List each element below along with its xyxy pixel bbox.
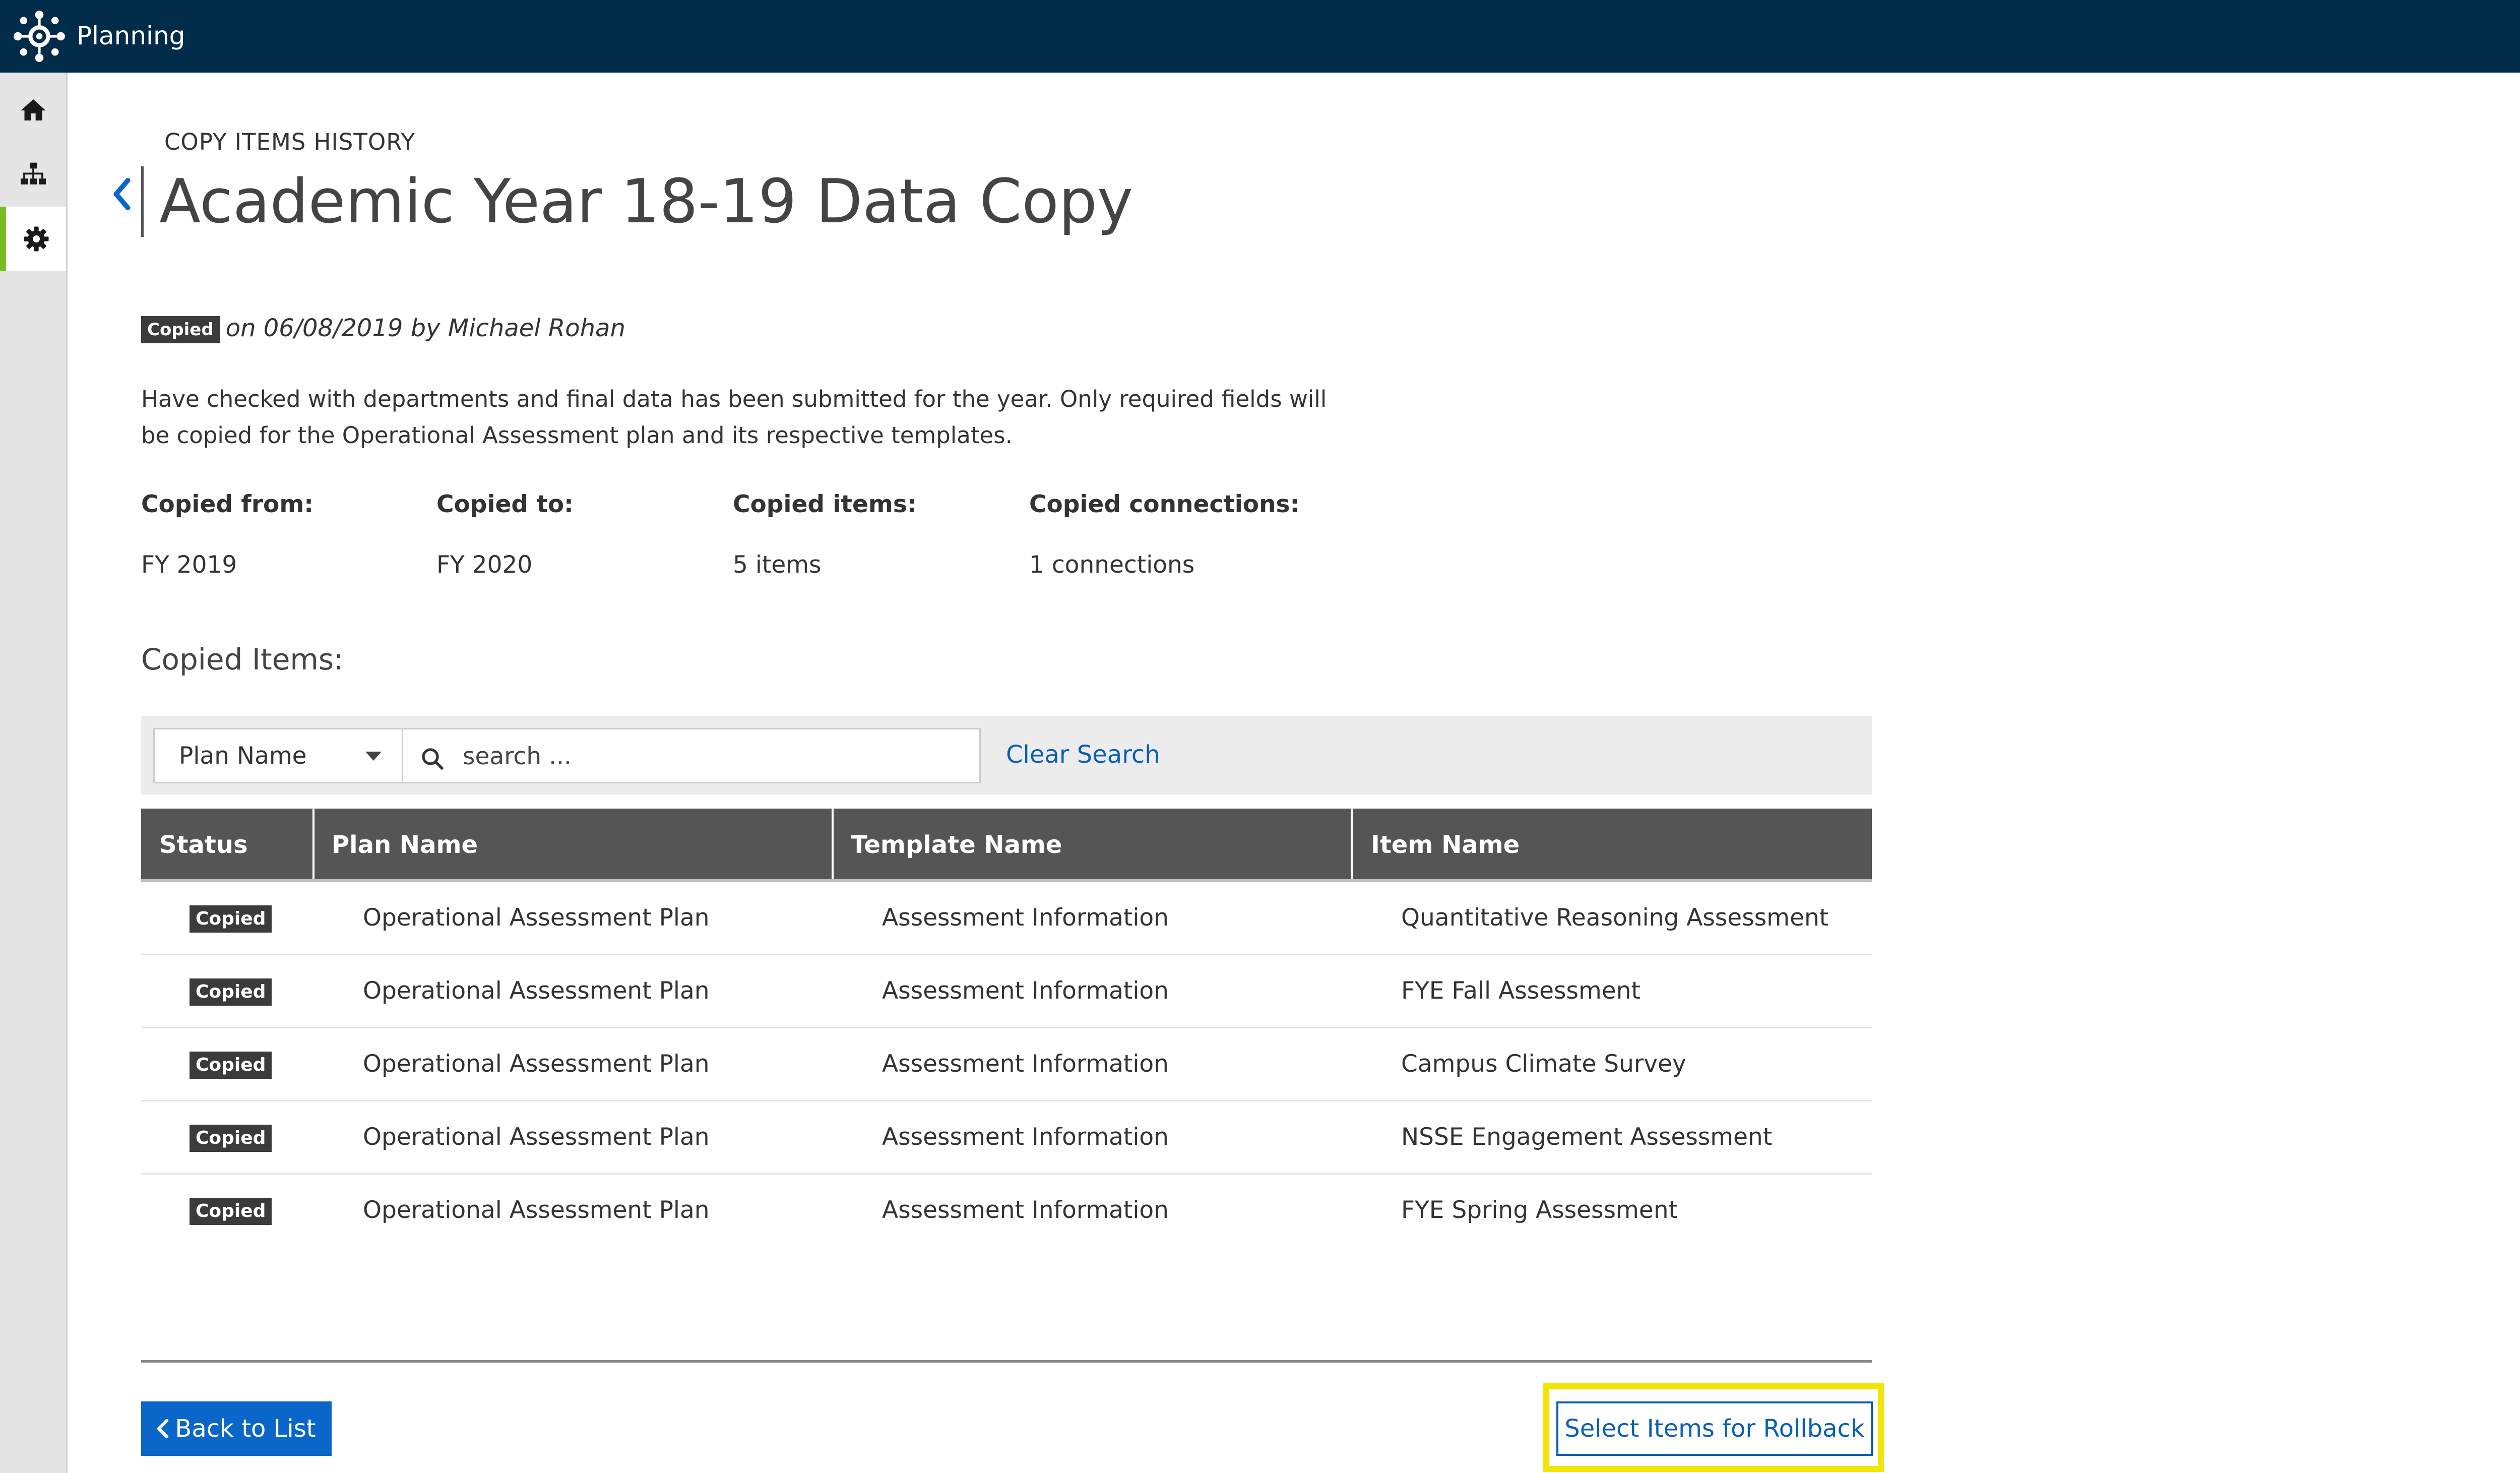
template-name-cell: Assessment Information	[882, 977, 1169, 1005]
item-name-cell: FYE Fall Assessment	[1401, 977, 1641, 1005]
search-icon	[422, 748, 444, 770]
page-title: Academic Year 18-19 Data Copy	[159, 167, 1133, 237]
item-name-cell: Campus Climate Survey	[1401, 1050, 1686, 1078]
plan-name-cell: Operational Assessment Plan	[363, 977, 710, 1005]
copied-items-heading: Copied Items:	[141, 642, 344, 677]
column-header-plan-name[interactable]: Plan Name	[332, 809, 478, 881]
plan-name-cell: Operational Assessment Plan	[363, 1050, 710, 1078]
copied-connections-label: Copied connections:	[1029, 490, 1300, 518]
copied-connections-value: 1 connections	[1029, 551, 1195, 579]
column-separator	[832, 809, 834, 881]
column-header-status[interactable]: Status	[159, 809, 248, 881]
status-badge: Copied	[190, 1198, 272, 1225]
item-name-cell: Quantitative Reasoning Assessment	[1401, 904, 1829, 932]
caret-down-icon	[365, 752, 382, 761]
copied-items-value: 5 items	[733, 551, 822, 579]
clear-search-link[interactable]: Clear Search	[1006, 738, 1160, 771]
filter-bar: Plan Name Clear Search	[141, 716, 1872, 794]
app-title: Planning	[77, 21, 185, 50]
search-box	[403, 728, 981, 783]
status-badge: Copied	[190, 1125, 272, 1152]
home-icon	[21, 99, 45, 120]
plan-name-cell: Operational Assessment Plan	[363, 904, 710, 932]
copied-to-value: FY 2020	[436, 551, 533, 579]
item-name-cell: FYE Spring Assessment	[1401, 1196, 1678, 1224]
table-row[interactable]: Copied Operational Assessment Plan Asses…	[141, 882, 1872, 955]
gear-icon	[24, 226, 48, 252]
table-row[interactable]: Copied Operational Assessment Plan Asses…	[141, 1175, 1872, 1248]
sidebar-item-settings[interactable]	[0, 207, 66, 271]
item-name-cell: NSSE Engagement Assessment	[1401, 1123, 1773, 1151]
filter-field-value: Plan Name	[179, 742, 307, 770]
plan-name-cell: Operational Assessment Plan	[363, 1123, 710, 1151]
filter-field-select[interactable]: Plan Name	[153, 728, 403, 783]
copied-items-label: Copied items:	[733, 490, 917, 518]
copied-from-label: Copied from:	[141, 490, 314, 518]
copy-date-author: on 06/08/2019 by Michael Rohan	[225, 314, 625, 342]
column-separator	[1351, 809, 1353, 881]
select-items-for-rollback-button[interactable]: Select Items for Rollback	[1556, 1401, 1873, 1456]
table-row[interactable]: Copied Operational Assessment Plan Asses…	[141, 1028, 1872, 1101]
sidebar-item-home[interactable]	[0, 78, 66, 142]
column-header-template-name[interactable]: Template Name	[851, 809, 1062, 881]
table-row[interactable]: Copied Operational Assessment Plan Asses…	[141, 955, 1872, 1028]
title-divider	[141, 166, 144, 237]
column-header-item-name[interactable]: Item Name	[1371, 809, 1520, 881]
chevron-left-icon	[157, 1419, 169, 1439]
back-to-list-label: Back to List	[175, 1415, 316, 1443]
breadcrumb: COPY ITEMS HISTORY	[164, 129, 416, 155]
search-input[interactable]	[463, 740, 957, 773]
template-name-cell: Assessment Information	[882, 1196, 1169, 1224]
status-badge: Copied	[141, 316, 220, 343]
copy-description: Have checked with departments and final …	[141, 386, 1327, 449]
copied-to-label: Copied to:	[436, 490, 574, 518]
template-name-cell: Assessment Information	[882, 1050, 1169, 1078]
top-bar: Planning	[0, 0, 2520, 73]
plan-name-cell: Operational Assessment Plan	[363, 1196, 710, 1224]
hierarchy-icon	[20, 162, 46, 185]
sidebar-item-hierarchy[interactable]	[0, 142, 66, 207]
copied-from-value: FY 2019	[141, 551, 237, 579]
template-name-cell: Assessment Information	[882, 904, 1169, 932]
table-header: Status Plan Name Template Name Item Name	[141, 809, 1872, 881]
footer-divider	[141, 1360, 1872, 1363]
status-badge: Copied	[190, 1052, 272, 1079]
column-separator	[312, 809, 314, 881]
status-badge: Copied	[190, 978, 272, 1006]
table-row[interactable]: Copied Operational Assessment Plan Asses…	[141, 1101, 1872, 1175]
status-badge: Copied	[190, 905, 272, 933]
template-name-cell: Assessment Information	[882, 1123, 1169, 1151]
copy-meta: Copied on 06/08/2019 by Michael Rohan	[141, 311, 625, 346]
back-to-list-button[interactable]: Back to List	[141, 1401, 332, 1456]
planning-logo-icon[interactable]	[13, 10, 66, 63]
rollback-button-label: Select Items for Rollback	[1564, 1415, 1865, 1443]
chevron-left-icon[interactable]	[112, 176, 132, 212]
sidebar	[0, 73, 68, 1473]
